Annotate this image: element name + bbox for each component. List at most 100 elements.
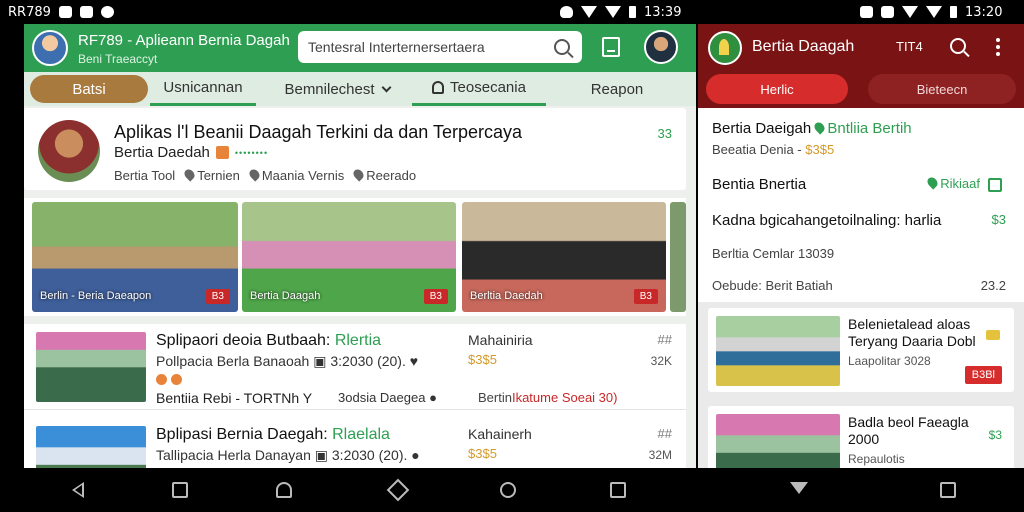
news-subtitle: Repaulotis xyxy=(848,452,905,466)
gallery-photo[interactable]: Berltia Daedah B3 xyxy=(462,202,666,312)
home-icon[interactable] xyxy=(276,482,292,498)
cast-icon[interactable] xyxy=(386,478,410,502)
right-tab-active[interactable]: Herlic xyxy=(706,74,848,104)
battery-icon-2 xyxy=(950,6,957,18)
news-item[interactable]: Bplipasi Bernia Daegah: Rlaelala Tallipa… xyxy=(24,418,686,468)
tab-home[interactable]: Batsi xyxy=(30,75,148,103)
news-subtitle: Laapolitar 3028 xyxy=(848,354,931,368)
chevron-down-icon xyxy=(381,82,391,92)
tab-news[interactable]: Usnicannan xyxy=(150,72,256,106)
app-logo-avatar[interactable] xyxy=(32,30,68,66)
news-title: Belenietalead aloas Teryang Daaria Dobl xyxy=(848,316,976,349)
news-extra-red: Ikatume Soeai 30) xyxy=(511,390,618,405)
news-title: Bplipasi Bernia Daegah: Rlaelala xyxy=(156,426,390,444)
tab-notifications[interactable]: Teosecania xyxy=(412,72,546,106)
reaction-dots xyxy=(156,372,186,390)
news-date: 3:2030 (20). xyxy=(330,353,406,369)
verified-badge-icon xyxy=(215,146,229,159)
news-category: Mahainiria xyxy=(468,332,533,348)
profile-meta-item: Maania Vernis xyxy=(247,167,344,183)
news-extra: BertinIkatume Soeai 30) xyxy=(478,390,617,405)
news-subtitle-text: Pollpacia Berla Banaoah xyxy=(156,353,310,369)
news-footer: Bentiia Rebi - TORTNh Y xyxy=(156,390,313,406)
gallery-photo[interactable]: Berlin - Beria Daeapon B3 xyxy=(32,202,238,312)
news-thumbnail[interactable] xyxy=(716,316,840,386)
gallery-photo[interactable]: Bertia Daagah B3 xyxy=(242,202,456,312)
news-thumbnail[interactable] xyxy=(716,414,840,468)
photo-caption: Berlin - Beria Daeapon xyxy=(40,290,152,302)
profile-meta-1: Bertia Tool xyxy=(114,168,176,183)
grid-icon[interactable]: ## xyxy=(658,332,672,347)
tab-label: Bemnilechest xyxy=(284,80,375,98)
tablet-icon[interactable] xyxy=(602,37,620,57)
profile-count: 33 xyxy=(657,126,672,141)
home-circle-icon[interactable] xyxy=(500,482,516,498)
news-location: 3odsia Daegea ● xyxy=(338,390,437,405)
search-icon[interactable] xyxy=(950,38,966,54)
tab-label: Teosecania xyxy=(450,79,526,96)
shield-icon xyxy=(560,6,573,18)
wifi-icon-2 xyxy=(902,6,918,18)
recent-apps-icon-2[interactable] xyxy=(940,482,956,498)
user-avatar[interactable] xyxy=(644,30,678,64)
news-title-tag: Rlaelala xyxy=(332,426,390,443)
news-subtitle-text: Tallipacia Herla Danayan xyxy=(156,447,311,463)
info-line-4: Kadna bgicahangetoilnaling: harlia xyxy=(712,212,942,229)
news-title: Badla beol Faeagla 2000 xyxy=(848,414,969,447)
app-subtitle: Beni Traeaccyt xyxy=(78,52,158,66)
bookmark-icon[interactable] xyxy=(986,330,1000,340)
wifi-icon xyxy=(581,6,597,18)
profile-card[interactable]: Aplikas l'l Beanii Daagah Terkini da dan… xyxy=(24,108,686,190)
photo-tag: B3 xyxy=(423,289,448,304)
app-logo-icon[interactable] xyxy=(708,31,742,65)
location-pin-icon xyxy=(182,167,197,182)
heart-icon[interactable]: ♥ xyxy=(410,353,418,369)
news-price: $3$5 xyxy=(468,352,497,367)
info-line-5: Berltia Cemlar 13039 xyxy=(712,246,835,261)
status-time-2: 13:20 xyxy=(965,4,1003,20)
grid-icon[interactable]: ## xyxy=(658,426,672,441)
right-news-item[interactable]: Belenietalead aloas Teryang Daaria Dobl … xyxy=(708,308,1014,392)
reaction-icon[interactable] xyxy=(156,374,167,385)
news-thumbnail[interactable] xyxy=(36,332,146,402)
heart-icon[interactable]: ● xyxy=(411,447,419,463)
photo-caption: Bertia Daagah xyxy=(250,290,321,302)
right-tab-inactive[interactable]: Bieteecn xyxy=(868,74,1016,104)
reaction-icon[interactable] xyxy=(171,374,182,385)
rotate-icon[interactable] xyxy=(172,482,188,498)
photo-caption: Berltia Daedah xyxy=(470,290,543,302)
recent-apps-icon[interactable] xyxy=(610,482,626,498)
location-pin-icon xyxy=(351,167,366,182)
calendar-icon: ▣ xyxy=(314,447,328,463)
info-line-2: Beeatia Denia - $3$5 xyxy=(712,142,834,157)
tab-category-dropdown[interactable]: Bemnilechest xyxy=(274,72,400,106)
share-icon[interactable] xyxy=(988,178,1002,192)
gallery-photo-partial[interactable] xyxy=(670,202,686,312)
search-icon[interactable] xyxy=(554,39,570,55)
profile-meta-4: Reerado xyxy=(366,168,417,183)
news-badge[interactable]: B3Bl xyxy=(964,366,1002,384)
news-subtitle: Tallipacia Herla Danayan ▣ 3:2030 (20). … xyxy=(156,447,420,464)
collapse-down-icon[interactable] xyxy=(790,482,808,494)
search-bar[interactable] xyxy=(298,31,582,63)
right-app-title: Bertia Daagah xyxy=(752,38,855,55)
news-thumbnail[interactable] xyxy=(36,426,146,468)
notification-icon-2 xyxy=(79,6,93,18)
profile-avatar[interactable] xyxy=(38,120,100,182)
location-pin-icon: ● xyxy=(429,390,437,405)
news-list: Splipaori deoia Butbaah: Rlertia Pollpac… xyxy=(24,324,686,468)
info-line-1: Bertia Daeigah Bntliia Bertih xyxy=(712,120,912,137)
info-line-1-green: Bntliia Bertih xyxy=(827,120,912,137)
tab-region[interactable]: Reapon xyxy=(572,72,662,106)
news-item[interactable]: Splipaori deoia Butbaah: Rlertia Pollpac… xyxy=(24,324,686,410)
lock-icon xyxy=(860,6,873,18)
back-icon[interactable] xyxy=(72,482,84,498)
more-menu-icon[interactable] xyxy=(996,38,1000,58)
info-line-3: Bentia Bnertia xyxy=(712,176,807,193)
search-input[interactable] xyxy=(308,39,554,55)
tab-label: Batsi xyxy=(72,80,106,98)
profile-meta: Bertia Tool Ternien Maania Vernis Reerad… xyxy=(114,167,417,183)
carrier-text: RR789 xyxy=(8,4,51,20)
right-news-item[interactable]: Badla beol Faeagla 2000 Repaulotis $3 xyxy=(708,406,1014,468)
right-app-bar: Bertia Daagah TIT4 xyxy=(698,24,1024,72)
